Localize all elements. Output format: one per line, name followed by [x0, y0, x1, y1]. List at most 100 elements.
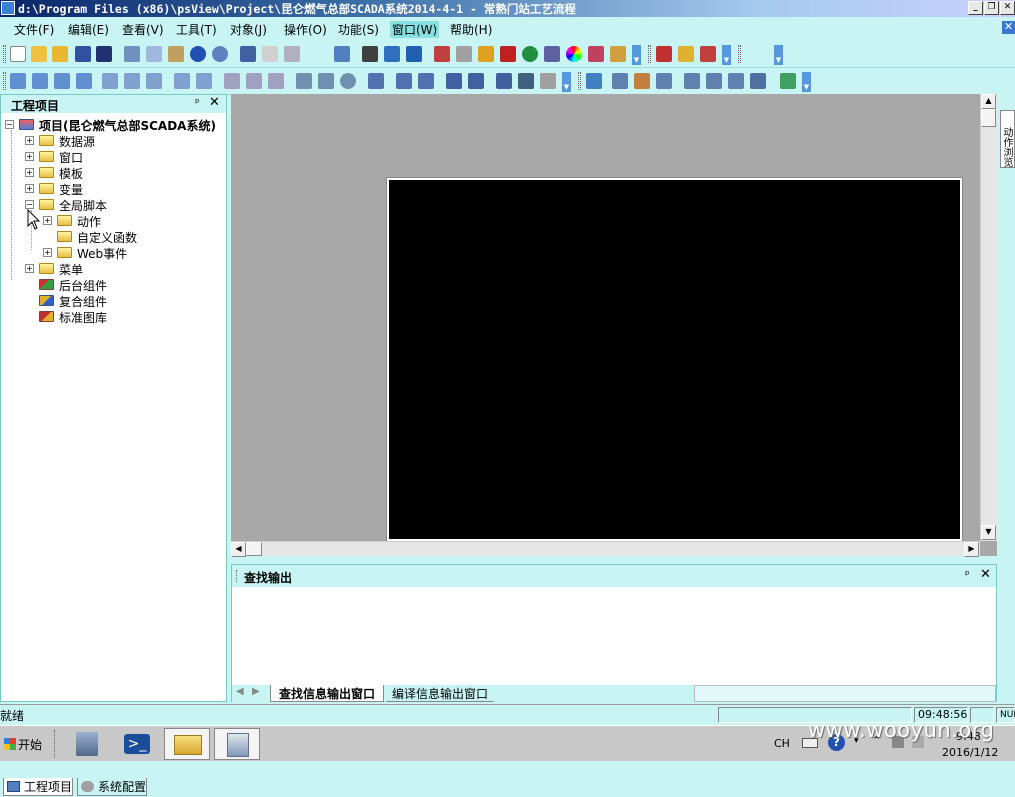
same-width-icon[interactable] — [224, 73, 240, 89]
horizontal-scrollbar[interactable]: ◀ ▶ — [231, 541, 980, 557]
scroll-right-icon[interactable]: ▶ — [964, 542, 979, 557]
run-icon[interactable] — [522, 46, 538, 62]
expand-icon[interactable]: + — [43, 248, 52, 257]
network-icon[interactable] — [544, 46, 560, 62]
restore-button[interactable]: ❐ — [984, 1, 999, 15]
paste-icon[interactable] — [168, 46, 184, 62]
forward-icon[interactable] — [496, 73, 512, 89]
undo-icon[interactable] — [190, 46, 206, 62]
find-icon[interactable] — [362, 46, 378, 62]
scroll-thumb[interactable] — [246, 542, 262, 556]
chain-icon[interactable] — [656, 73, 672, 89]
cut-icon[interactable] — [124, 46, 140, 62]
toolbar-overflow-icon[interactable]: ▼ — [562, 72, 571, 92]
panel-close-icon[interactable]: ✕ — [980, 567, 991, 582]
flip-vertical-icon[interactable] — [318, 73, 334, 89]
collapse-icon[interactable]: − — [5, 120, 14, 129]
tab-scroll-left-icon[interactable]: ◀ — [236, 686, 244, 697]
mdi-close-button[interactable]: ✕ — [1002, 21, 1015, 34]
toolbar-overflow-icon[interactable]: ▼ — [632, 45, 641, 65]
send-back-icon[interactable] — [468, 73, 484, 89]
folder-icon[interactable] — [52, 46, 68, 62]
tab-find-output[interactable]: 查找信息输出窗口 — [270, 685, 385, 702]
toolbar-grip[interactable] — [738, 45, 741, 63]
ungroup-icon[interactable] — [396, 73, 412, 89]
menu-file[interactable]: 文件(F) — [12, 21, 56, 38]
save-all-icon[interactable] — [96, 46, 112, 62]
menu-operate[interactable]: 操作(O) — [282, 21, 329, 38]
screen-icon[interactable] — [434, 46, 450, 62]
tab-scroll-right-icon[interactable]: ▶ — [252, 686, 260, 697]
center-both-icon[interactable] — [146, 73, 162, 89]
expand-icon[interactable]: + — [25, 136, 34, 145]
link-icon[interactable] — [612, 73, 628, 89]
expand-icon[interactable]: + — [25, 264, 34, 273]
toolbar-grip[interactable] — [648, 45, 651, 63]
same-size-icon[interactable] — [268, 73, 284, 89]
download-icon[interactable] — [478, 46, 494, 62]
menu-view[interactable]: 查看(V) — [120, 21, 166, 38]
design-canvas[interactable] — [387, 178, 962, 541]
layers-icon[interactable] — [588, 46, 604, 62]
new-file-icon[interactable] — [10, 46, 26, 62]
bring-front-icon[interactable] — [446, 73, 462, 89]
toolbar-grip[interactable] — [3, 45, 6, 63]
group-icon[interactable] — [368, 73, 384, 89]
scroll-left-icon[interactable]: ◀ — [231, 542, 246, 557]
tools-icon[interactable] — [500, 46, 516, 62]
pin-icon[interactable]: ᵖ — [965, 568, 970, 581]
tab-project[interactable]: 工程项目 — [3, 778, 74, 796]
toolbar-grip[interactable] — [3, 72, 6, 90]
action-browser-tab[interactable]: 动作浏览 — [1000, 110, 1015, 168]
save-icon[interactable] — [75, 46, 91, 62]
combine-icon[interactable] — [418, 73, 434, 89]
scroll-down-icon[interactable]: ▼ — [981, 525, 996, 540]
chart-icon[interactable] — [700, 46, 716, 62]
table-icon[interactable] — [284, 46, 300, 62]
menu-function[interactable]: 功能(S) — [336, 21, 381, 38]
expand-icon[interactable]: + — [43, 216, 52, 225]
settings-icon[interactable] — [456, 46, 472, 62]
align-right-icon[interactable] — [32, 73, 48, 89]
collapse-icon[interactable]: − — [25, 200, 34, 209]
align-top-icon[interactable] — [54, 73, 70, 89]
menu-window[interactable]: 窗口(W) — [390, 21, 440, 38]
insert-icon[interactable] — [586, 73, 602, 89]
panel-close-icon[interactable]: ✕ — [209, 95, 220, 110]
monitor-icon[interactable] — [518, 73, 534, 89]
color-wheel-icon[interactable] — [566, 46, 582, 62]
library-icon[interactable] — [656, 46, 672, 62]
menu-help[interactable]: 帮助(H) — [448, 21, 494, 38]
align-bottom-icon[interactable] — [76, 73, 92, 89]
language-indicator[interactable]: CH — [774, 737, 790, 750]
menu-tools[interactable]: 工具(T) — [174, 21, 219, 38]
vertical-scrollbar[interactable]: ▲ ▼ — [980, 94, 997, 541]
toolbar-overflow-icon[interactable]: ▼ — [802, 72, 811, 92]
open-folder-icon[interactable] — [31, 46, 47, 62]
expand-icon[interactable]: + — [25, 152, 34, 161]
tab-system-config[interactable]: 系统配置 — [77, 778, 148, 796]
same-height-icon[interactable] — [246, 73, 262, 89]
valve-icon[interactable] — [728, 73, 744, 89]
toolbar-overflow-icon[interactable]: ▼ — [722, 45, 731, 65]
component-icon[interactable] — [678, 46, 694, 62]
align-left-icon[interactable] — [10, 73, 26, 89]
output-hscroll[interactable] — [694, 685, 996, 702]
image-icon[interactable] — [634, 73, 650, 89]
display-icon[interactable] — [334, 46, 350, 62]
pipe-icon[interactable] — [706, 73, 722, 89]
copy-icon[interactable] — [146, 46, 162, 62]
center-vertical-icon[interactable] — [124, 73, 140, 89]
minimize-button[interactable]: _ — [968, 1, 983, 15]
expand-icon[interactable]: + — [25, 184, 34, 193]
tab-compile-output[interactable]: 编译信息输出窗口 — [386, 685, 495, 702]
clock-date[interactable]: 2016/1/12 — [942, 746, 998, 759]
text-ab-icon[interactable] — [750, 73, 766, 89]
menu-object[interactable]: 对象(J) — [228, 21, 269, 38]
center-horizontal-icon[interactable] — [102, 73, 118, 89]
expand-icon[interactable]: + — [25, 168, 34, 177]
menu-edit[interactable]: 编辑(E) — [66, 21, 111, 38]
flip-horizontal-icon[interactable] — [296, 73, 312, 89]
space-vertical-icon[interactable] — [196, 73, 212, 89]
window-icon[interactable] — [406, 46, 422, 62]
